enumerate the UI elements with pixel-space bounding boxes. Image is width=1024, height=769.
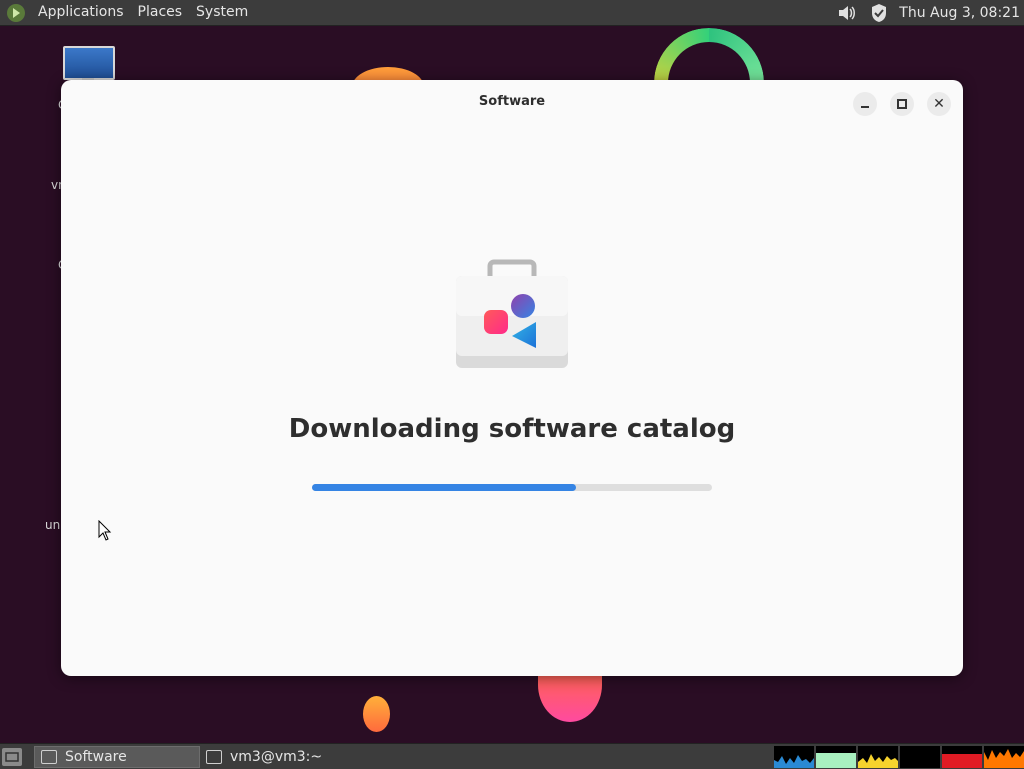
disk-monitor-graph <box>984 746 1024 768</box>
maximize-icon <box>897 99 907 109</box>
menu-places[interactable]: Places <box>131 0 190 25</box>
bottom-taskbar: Software vm3@vm3:~ <box>0 743 1024 769</box>
close-button[interactable]: ✕ <box>927 92 951 116</box>
menu-applications[interactable]: Applications <box>31 0 131 25</box>
desktop-icon-label[interactable]: un <box>45 518 60 532</box>
wallpaper-blob <box>363 696 390 732</box>
system-tray: Thu Aug 3, 08:21 <box>831 0 1020 25</box>
cpu-monitor-graph <box>774 746 814 768</box>
loading-headline: Downloading software catalog <box>288 414 736 444</box>
panel-clock[interactable]: Thu Aug 3, 08:21 <box>899 5 1020 21</box>
download-progress-bar <box>312 484 712 491</box>
shield-icon[interactable] <box>869 3 889 23</box>
taskbar-item-label: Software <box>65 748 127 765</box>
desktop-icon <box>5 751 19 762</box>
software-bag-icon <box>456 259 568 368</box>
system-monitor-applet[interactable] <box>772 746 1024 768</box>
volume-icon[interactable] <box>837 3 857 23</box>
software-window: Software ✕ Downloading software catalog <box>61 80 963 676</box>
window-title: Software <box>478 94 546 109</box>
minimize-button[interactable] <box>853 92 877 116</box>
menu-system[interactable]: System <box>189 0 255 25</box>
maximize-button[interactable] <box>890 92 914 116</box>
download-progress-fill <box>312 484 576 491</box>
taskbar-item-label: vm3@vm3:~ <box>230 748 323 765</box>
network-monitor-graph <box>858 746 898 768</box>
show-desktop-button[interactable] <box>2 747 22 766</box>
close-icon: ✕ <box>933 96 945 112</box>
taskbar-item-terminal[interactable]: vm3@vm3:~ <box>200 746 360 768</box>
mouse-pointer-icon <box>98 520 112 541</box>
swap-monitor-graph <box>900 746 940 768</box>
software-app-icon <box>41 749 57 764</box>
top-panel: Applications Places System Thu Aug 3, 08… <box>0 0 1024 26</box>
terminal-icon <box>206 749 222 764</box>
taskbar-item-software[interactable]: Software <box>34 745 200 768</box>
minimize-icon <box>861 106 869 108</box>
distro-logo-icon[interactable] <box>7 3 25 22</box>
computer-icon[interactable] <box>63 46 115 80</box>
load-monitor-graph <box>942 746 982 768</box>
memory-monitor-graph <box>816 746 856 768</box>
